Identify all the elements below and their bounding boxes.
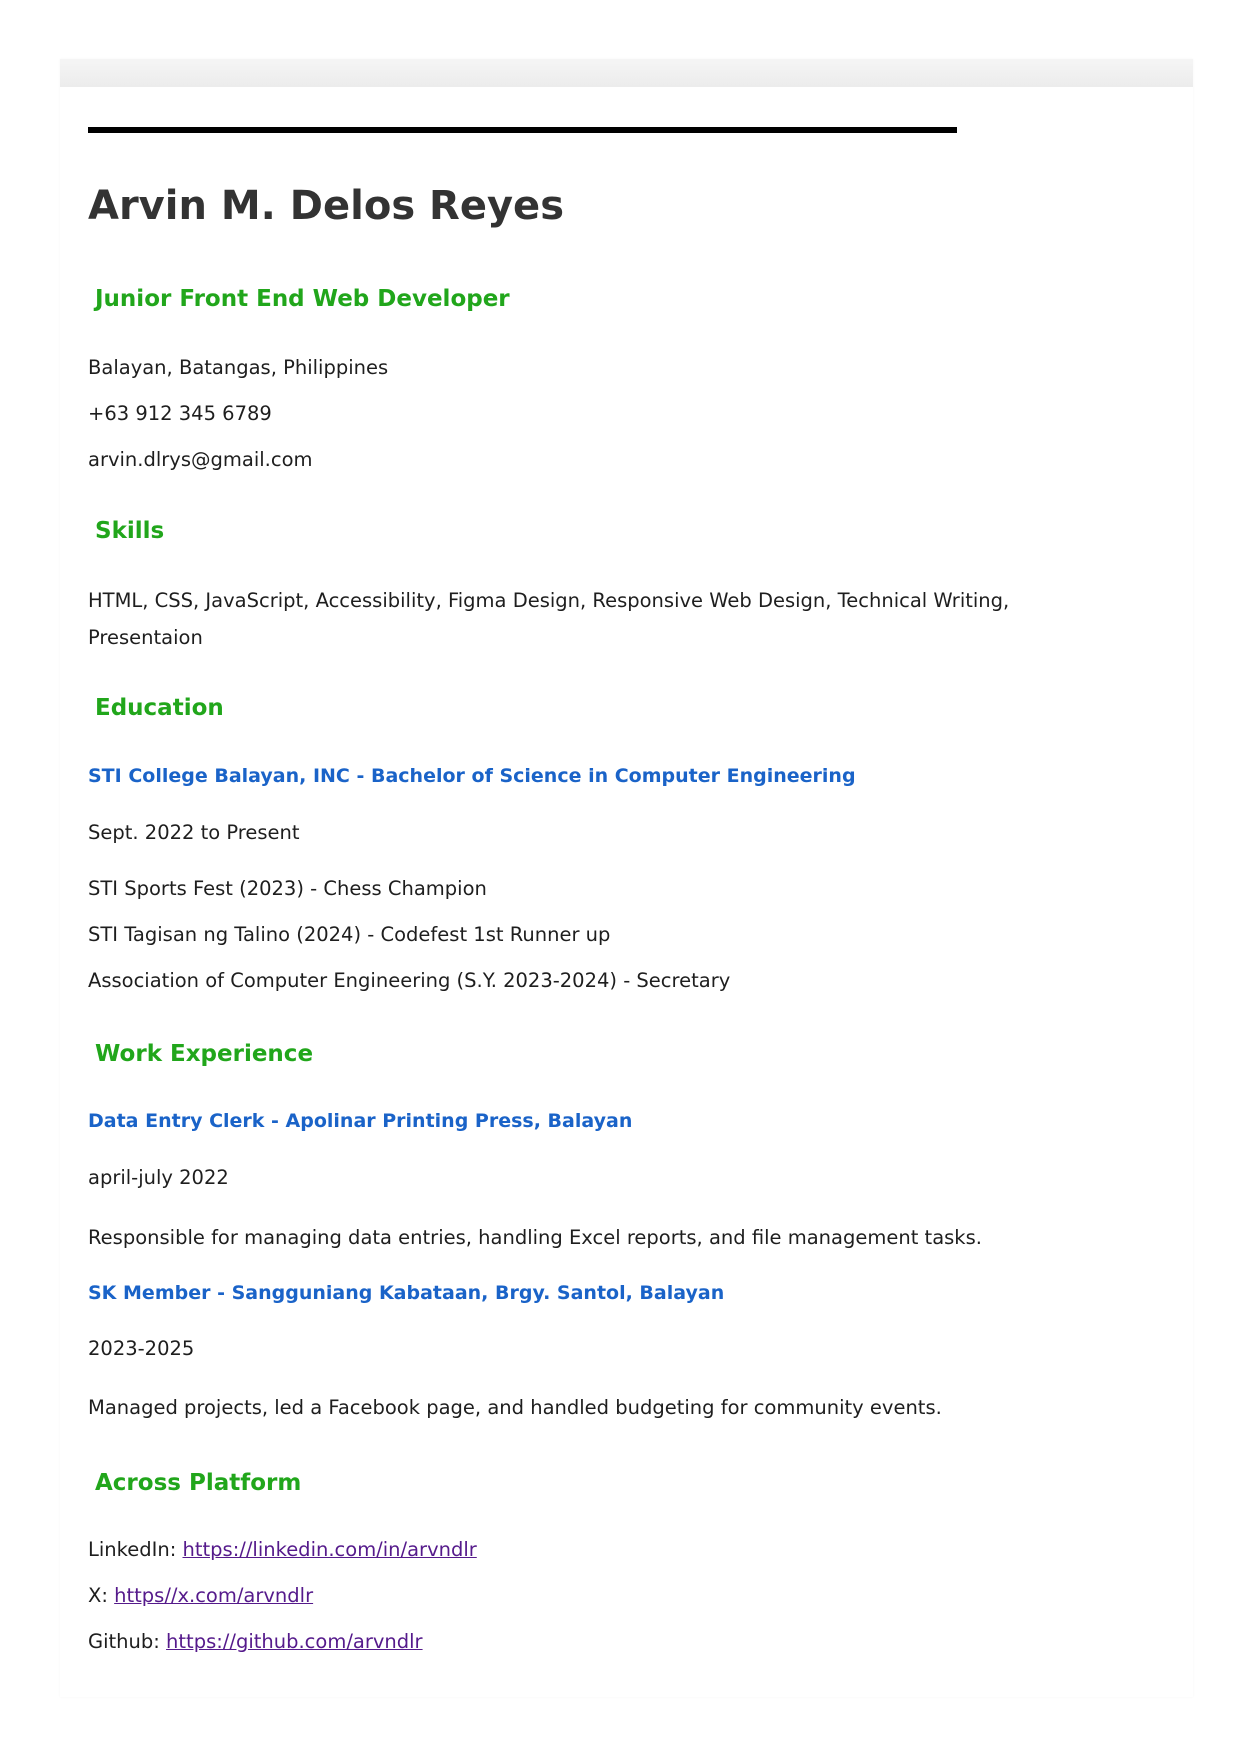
contact-location: Balayan, Batangas, Philippines <box>88 356 389 379</box>
job-description-1: Managed projects, led a Facebook page, a… <box>88 1396 942 1419</box>
job-dates-1: 2023-2025 <box>88 1337 195 1360</box>
contact-phone: +63 912 345 6789 <box>88 402 272 425</box>
contact-email: arvin.dlrys@gmail.com <box>88 448 313 471</box>
job-title-1: SK Member - Sangguniang Kabataan, Brgy. … <box>88 1282 725 1304</box>
job-title: Junior Front End Web Developer <box>95 286 510 312</box>
job-dates-0: april-july 2022 <box>88 1166 229 1189</box>
achievement-item: Association of Computer Engineering (S.Y… <box>88 969 731 992</box>
platform-x: X: https//x.com/arvndlr <box>88 1586 313 1606</box>
education-heading: Education <box>95 695 224 721</box>
skills-heading: Skills <box>95 518 165 544</box>
job-title-0: Data Entry Clerk - Apolinar Printing Pre… <box>88 1110 633 1132</box>
page-title: Arvin M. Delos Reyes <box>88 183 564 229</box>
achievement-item: STI Sports Fest (2023) - Chess Champion <box>88 877 487 900</box>
job-description-0: Responsible for managing data entries, h… <box>88 1226 982 1249</box>
platform-linkedin: LinkedIn: https://linkedin.com/in/arvndl… <box>88 1540 477 1560</box>
achievement-item: STI Tagisan ng Talino (2024) - Codefest … <box>88 923 611 946</box>
platform-label: LinkedIn: <box>88 1538 177 1561</box>
top-bar <box>60 59 1193 87</box>
github-link[interactable]: https://github.com/arvndlr <box>166 1630 423 1653</box>
linkedin-link[interactable]: https://linkedin.com/in/arvndlr <box>183 1538 477 1561</box>
header-rule <box>88 127 957 133</box>
skills-text: HTML, CSS, JavaScript, Accessibility, Fi… <box>88 589 1010 649</box>
platform-label: Github: <box>88 1630 160 1653</box>
platform-github: Github: https://github.com/arvndlr <box>88 1632 423 1652</box>
education-school: STI College Balayan, INC - Bachelor of S… <box>88 765 856 787</box>
platform-label: X: <box>88 1584 108 1607</box>
education-dates: Sept. 2022 to Present <box>88 821 300 844</box>
work-heading: Work Experience <box>95 1041 314 1067</box>
x-link[interactable]: https//x.com/arvndlr <box>114 1584 313 1607</box>
platforms-heading: Across Platform <box>95 1470 302 1496</box>
